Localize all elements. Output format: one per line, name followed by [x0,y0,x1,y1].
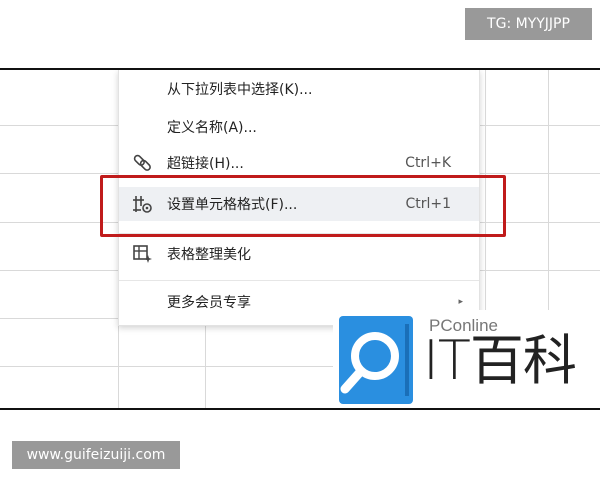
it-baike-title: IT百科 [423,329,577,392]
menu-separator [119,280,479,281]
menu-item-label: 从下拉列表中选择(K)... [167,82,313,98]
menu-item-label: 表格整理美化 [167,247,251,263]
spreadsheet-screenshot: 从下拉列表中选择(K)... 定义名称(A)... 超链接(H)... Ctrl… [0,68,600,410]
magnifier-logo-icon [339,316,413,404]
menu-item-label: 超链接(H)... [167,156,244,172]
submenu-arrow-icon: ▸ [458,297,463,307]
tg-watermark-badge: TG: MYYJJPP [465,8,592,40]
pconline-logo: PConline IT百科 [333,310,600,408]
menu-item-define-name[interactable]: 定义名称(A)... [119,110,479,144]
link-icon [132,153,154,173]
menu-item-label: 更多会员专享 [167,295,251,311]
website-watermark: www.guifeizuiji.com [12,441,180,469]
menu-item-shortcut: Ctrl+K [405,155,451,171]
highlight-box [100,175,506,237]
menu-item-select-from-list[interactable]: 从下拉列表中选择(K)... [119,72,479,106]
menu-item-label: 定义名称(A)... [167,120,257,136]
table-beautify-icon [132,244,154,264]
menu-item-table-beautify[interactable]: 表格整理美化 [119,237,479,271]
